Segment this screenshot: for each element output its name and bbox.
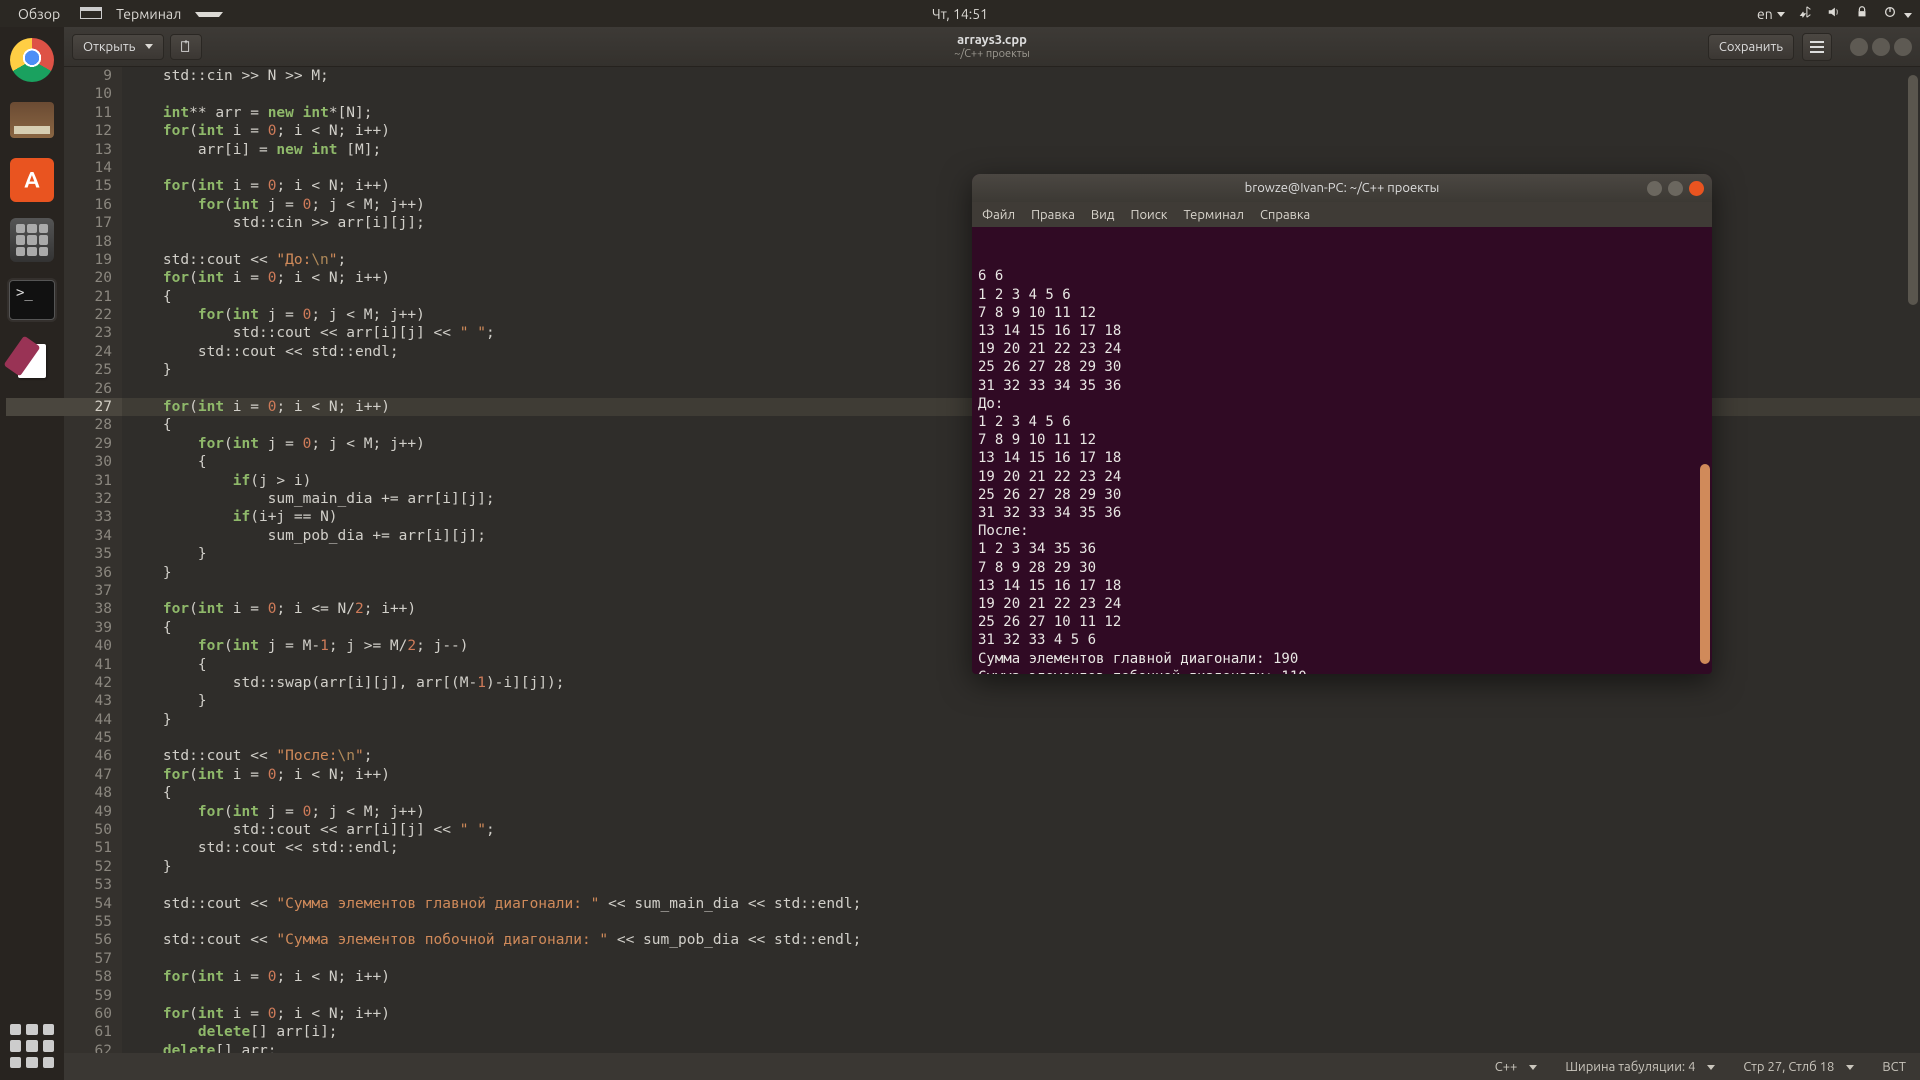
dock xyxy=(0,27,64,1080)
terminal-menu-справка[interactable]: Справка xyxy=(1260,208,1310,222)
lock-icon[interactable] xyxy=(1855,5,1869,22)
title-area: arrays3.cpp ~/C++ проекты xyxy=(954,32,1030,62)
hamburger-icon xyxy=(1810,41,1824,53)
dock-show-apps[interactable] xyxy=(10,1024,54,1068)
close-button[interactable] xyxy=(1689,181,1704,196)
calculator-icon xyxy=(10,218,54,262)
terminal-menu-правка[interactable]: Правка xyxy=(1031,208,1075,222)
dock-calculator[interactable] xyxy=(5,213,59,267)
terminal-icon xyxy=(9,280,55,320)
chevron-down-icon xyxy=(1777,12,1785,17)
network-icon[interactable] xyxy=(1799,5,1813,22)
gnome-top-bar: Обзор Терминал Чт, 14:51 en xyxy=(0,0,1920,27)
terminal-titlebar[interactable]: browze@Ivan-PC: ~/C++ проекты xyxy=(972,174,1712,202)
terminal-body[interactable]: 6 61 2 3 4 5 67 8 9 10 11 1213 14 15 16 … xyxy=(972,227,1712,674)
close-button[interactable] xyxy=(1894,38,1912,56)
new-document-button[interactable] xyxy=(170,34,202,60)
clock[interactable]: Чт, 14:51 xyxy=(932,6,988,22)
terminal-title-text: browze@Ivan-PC: ~/C++ проекты xyxy=(1245,181,1440,195)
terminal-window-controls xyxy=(1647,181,1704,196)
status-language[interactable]: C++ xyxy=(1495,1060,1538,1074)
file-path: ~/C++ проекты xyxy=(954,48,1030,62)
chevron-down-icon xyxy=(145,44,153,49)
hamburger-menu-button[interactable] xyxy=(1802,33,1832,61)
files-icon xyxy=(10,102,54,138)
activities-button[interactable]: Обзор xyxy=(8,6,70,22)
terminal-scrollbar-thumb[interactable] xyxy=(1700,464,1710,664)
minimize-button[interactable] xyxy=(1850,38,1868,56)
gedit-statusbar: C++ Ширина табуляции: 4 Стр 27, Стлб 18 … xyxy=(64,1053,1920,1080)
minimize-button[interactable] xyxy=(1647,181,1662,196)
volume-icon[interactable] xyxy=(1827,5,1841,22)
dock-files[interactable] xyxy=(5,93,59,147)
power-icon[interactable] xyxy=(1883,5,1912,22)
line-number-gutter: 9101112131415161718192021222324252627282… xyxy=(64,67,122,1053)
new-file-icon xyxy=(179,40,193,54)
chevron-down-icon xyxy=(195,12,223,17)
dock-gedit[interactable] xyxy=(5,333,59,387)
terminal-icon xyxy=(80,7,102,19)
text-editor-icon xyxy=(10,338,54,382)
terminal-menu-терминал[interactable]: Терминал xyxy=(1183,208,1243,222)
software-center-icon xyxy=(10,158,54,202)
app-menu[interactable]: Терминал xyxy=(70,6,233,22)
file-name: arrays3.cpp xyxy=(954,32,1030,48)
dock-chrome[interactable] xyxy=(5,33,59,87)
gedit-headerbar: Открыть arrays3.cpp ~/C++ проекты Сохран… xyxy=(64,27,1920,67)
editor-scrollbar-thumb[interactable] xyxy=(1908,75,1918,305)
dock-software[interactable] xyxy=(5,153,59,207)
chrome-icon xyxy=(10,38,54,82)
status-insert-mode: ВСТ xyxy=(1882,1060,1906,1074)
maximize-button[interactable] xyxy=(1872,38,1890,56)
save-button[interactable]: Сохранить xyxy=(1708,34,1794,60)
terminal-menu-файл[interactable]: Файл xyxy=(982,208,1015,222)
chevron-down-icon xyxy=(1904,13,1912,18)
open-button[interactable]: Открыть xyxy=(72,34,164,60)
input-language-indicator[interactable]: en xyxy=(1757,6,1785,22)
dock-terminal[interactable] xyxy=(5,273,59,327)
terminal-menu-вид[interactable]: Вид xyxy=(1091,208,1115,222)
window-controls xyxy=(1850,38,1912,56)
status-cursor-position[interactable]: Стр 27, Стлб 18 xyxy=(1743,1060,1854,1074)
terminal-window[interactable]: browze@Ivan-PC: ~/C++ проекты Файл Правка… xyxy=(972,174,1712,674)
terminal-menu-поиск[interactable]: Поиск xyxy=(1130,208,1167,222)
status-tabwidth[interactable]: Ширина табуляции: 4 xyxy=(1565,1060,1715,1074)
maximize-button[interactable] xyxy=(1668,181,1683,196)
terminal-menubar: Файл Правка Вид Поиск Терминал Справка xyxy=(972,202,1712,227)
